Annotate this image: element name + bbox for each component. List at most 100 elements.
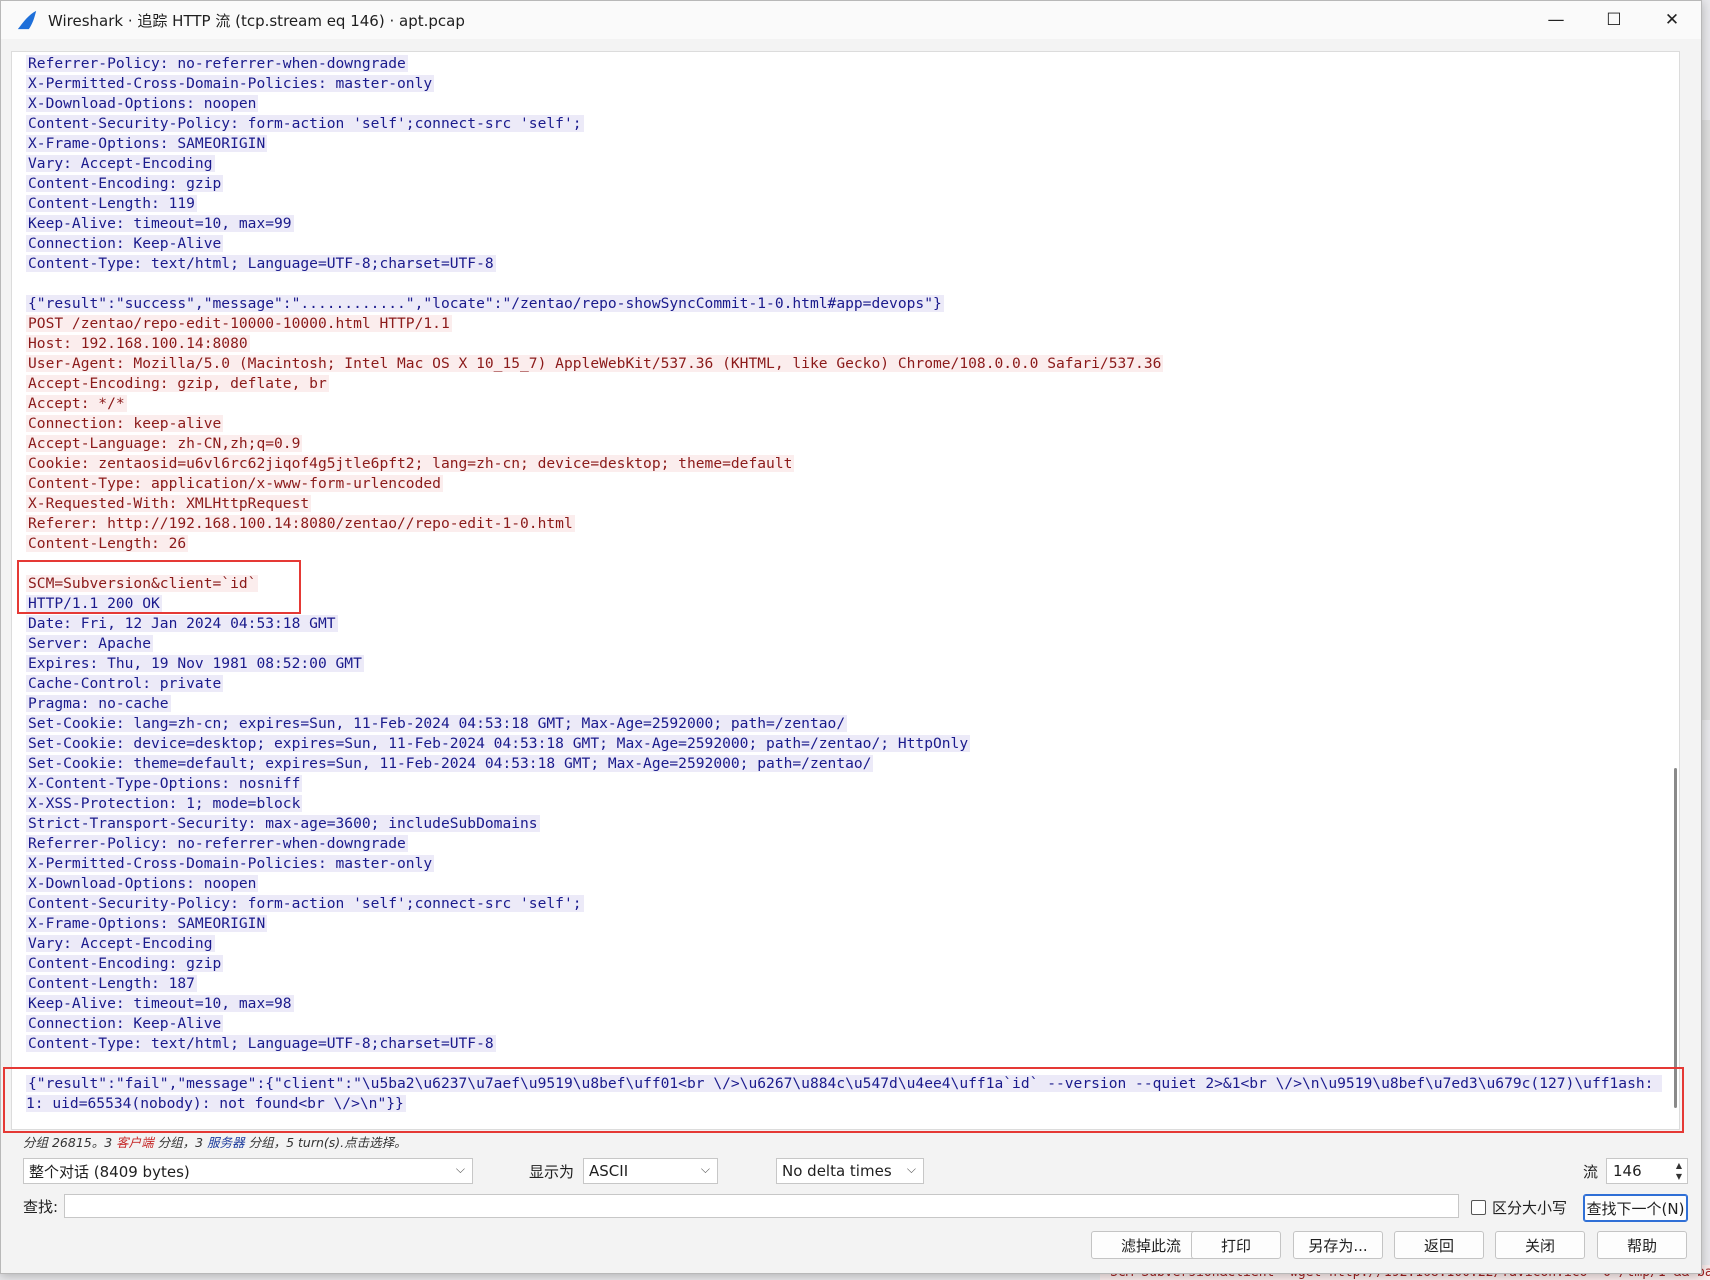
print-button[interactable]: 打印 [1191,1231,1281,1259]
server-stream-line: Date: Fri, 12 Jan 2024 04:53:18 GMT [26,614,1665,634]
client-stream-line: Connection: keep-alive [26,414,1665,434]
stream-line-text: Content-Length: 187 [26,975,197,992]
stream-line-text: X-Download-Options: noopen [26,95,259,112]
server-stream-line: Server: Apache [26,634,1665,654]
server-stream-line: X-Permitted-Cross-Domain-Policies: maste… [26,854,1665,874]
stream-number-value: 146 [1613,1162,1642,1180]
stream-line-text: X-Content-Type-Options: nosniff [26,775,303,792]
follow-stream-window: Wireshark · 追踪 HTTP 流 (tcp.stream eq 146… [0,0,1702,1274]
stream-line-text: Accept-Language: zh-CN,zh;q=0.9 [26,435,303,452]
server-stream-line: Content-Security-Policy: form-action 'se… [26,894,1665,914]
server-stream-line: Content-Encoding: gzip [26,954,1665,974]
stream-line-text: Content-Type: application/x-www-form-url… [26,475,443,492]
show-as-value: ASCII [589,1162,629,1180]
server-stream-line: X-Permitted-Cross-Domain-Policies: maste… [26,74,1665,94]
server-stream-line: Content-Encoding: gzip [26,174,1665,194]
minimize-button[interactable]: — [1527,1,1585,39]
show-as-select[interactable]: ASCII ⌵ [583,1158,719,1184]
server-stream-line: Referrer-Policy: no-referrer-when-downgr… [26,54,1665,74]
chevron-down-icon: ⌵ [455,1162,465,1176]
maximize-button[interactable]: ☐ [1585,1,1643,39]
case-sensitive-checkbox[interactable] [1471,1200,1486,1215]
server-stream-line: Connection: Keep-Alive [26,1014,1665,1034]
status-server-word[interactable]: 服务器 [207,1135,245,1150]
server-stream-line: Content-Length: 187 [26,974,1665,994]
server-stream-line: Keep-Alive: timeout=10, max=98 [26,994,1665,1014]
stream-line-text: Content-Encoding: gzip [26,955,224,972]
server-stream-line: X-Download-Options: noopen [26,874,1665,894]
close-button[interactable]: 关闭 [1495,1231,1585,1259]
conversation-select[interactable]: 整个对话 (8409 bytes) ⌵ [23,1158,473,1184]
server-stream-line: Content-Security-Policy: form-action 'se… [26,114,1665,134]
stream-line-text: Content-Encoding: gzip [26,175,224,192]
stream-line-text: Expires: Thu, 19 Nov 1981 08:52:00 GMT [26,655,364,672]
stream-line-text: Connection: Keep-Alive [26,235,224,252]
server-stream-line: {"result":"success","message":".........… [26,294,1665,314]
stream-line-text: X-XSS-Protection: 1; mode=block [26,795,303,812]
server-stream-line: Keep-Alive: timeout=10, max=99 [26,214,1665,234]
client-stream-line: User-Agent: Mozilla/5.0 (Macintosh; Inte… [26,354,1665,374]
stream-line-text: Server: Apache [26,635,154,652]
server-stream-line: Set-Cookie: device=desktop; expires=Sun,… [26,734,1665,754]
stream-line-text: X-Frame-Options: SAMEORIGIN [26,915,268,932]
status-prefix: 分组 26815。3 [23,1135,117,1150]
stream-line-text: Connection: Keep-Alive [26,1015,224,1032]
client-stream-line: Content-Length: 26 [26,534,1665,554]
stream-line-text: Keep-Alive: timeout=10, max=99 [26,215,294,232]
server-stream-line: Cache-Control: private [26,674,1665,694]
find-input[interactable] [64,1194,1460,1218]
stream-line-text: Cache-Control: private [26,675,224,692]
stream-line-text: User-Agent: Mozilla/5.0 (Macintosh; Inte… [26,355,1164,372]
stream-line-text: Referer: http://192.168.100.14:8080/zent… [26,515,575,532]
delta-times-select[interactable]: No delta times ⌵ [776,1158,924,1184]
vertical-scrollbar-thumb[interactable] [1674,768,1677,1108]
stream-line-text: Content-Security-Policy: form-action 'se… [26,115,584,132]
client-stream-line: X-Requested-With: XMLHttpRequest [26,494,1665,514]
client-stream-line: Accept: */* [26,394,1665,414]
find-next-button[interactable]: 查找下一个(N) [1583,1194,1688,1222]
case-sensitive-label: 区分大小写 [1492,1199,1568,1217]
window-title: Wireshark · 追踪 HTTP 流 (tcp.stream eq 146… [48,11,465,30]
stream-line-text: Vary: Accept-Encoding [26,155,215,172]
server-stream-line: Content-Type: text/html; Language=UTF-8;… [26,254,1665,274]
close-window-button[interactable]: ✕ [1643,1,1701,39]
status-mid: 分组，3 [153,1135,208,1150]
stream-line-text: Content-Type: text/html; Language=UTF-8;… [26,255,496,272]
save-as-button[interactable]: 另存为... [1293,1231,1383,1259]
server-stream-line: X-XSS-Protection: 1; mode=block [26,794,1665,814]
delta-times-value: No delta times [782,1162,892,1180]
stream-line-text: Set-Cookie: theme=default; expires=Sun, … [26,755,874,772]
stream-line-text: X-Permitted-Cross-Domain-Policies: maste… [26,855,435,872]
stream-number-spinbox[interactable]: 146 ▲ ▼ [1606,1158,1689,1184]
stream-line-text: Vary: Accept-Encoding [26,935,215,952]
stream-line-text: Accept: */* [26,395,127,412]
wireshark-fin-icon [17,10,37,30]
server-stream-line: X-Download-Options: noopen [26,94,1665,114]
server-stream-line: X-Frame-Options: SAMEORIGIN [26,914,1665,934]
stream-line-text: Host: 192.168.100.14:8080 [26,335,250,352]
show-as-label: 显示为 [529,1162,575,1181]
stream-line-text: Pragma: no-cache [26,695,171,712]
find-label: 查找: [23,1197,59,1216]
server-stream-line: Expires: Thu, 19 Nov 1981 08:52:00 GMT [26,654,1665,674]
stream-line-text: Set-Cookie: device=desktop; expires=Sun,… [26,735,971,752]
stream-line-text: X-Frame-Options: SAMEORIGIN [26,135,268,152]
back-button[interactable]: 返回 [1394,1231,1484,1259]
stream-line-text: Content-Security-Policy: form-action 'se… [26,895,584,912]
status-line: 分组 26815。3 客户端 分组，3 服务器 分组，5 turn(s).点击选… [23,1132,407,1151]
spin-up-icon[interactable]: ▲ [1676,1161,1682,1170]
stream-line-text: X-Download-Options: noopen [26,875,259,892]
stream-line-text: {"result":"success","message":".........… [26,295,944,312]
stream-line-text: Date: Fri, 12 Jan 2024 04:53:18 GMT [26,615,338,632]
status-client-word[interactable]: 客户端 [116,1135,154,1150]
server-stream-line: Strict-Transport-Security: max-age=3600;… [26,814,1665,834]
chevron-down-icon: ⌵ [906,1162,916,1176]
spin-down-icon[interactable]: ▼ [1676,1172,1682,1181]
server-stream-line: X-Content-Type-Options: nosniff [26,774,1665,794]
stream-line-text: POST /zentao/repo-edit-10000-10000.html … [26,315,452,332]
stream-line-text: X-Permitted-Cross-Domain-Policies: maste… [26,75,435,92]
server-stream-line: Pragma: no-cache [26,694,1665,714]
client-stream-line: Accept-Language: zh-CN,zh;q=0.9 [26,434,1665,454]
help-button[interactable]: 帮助 [1597,1231,1687,1259]
client-stream-line: Content-Type: application/x-www-form-url… [26,474,1665,494]
